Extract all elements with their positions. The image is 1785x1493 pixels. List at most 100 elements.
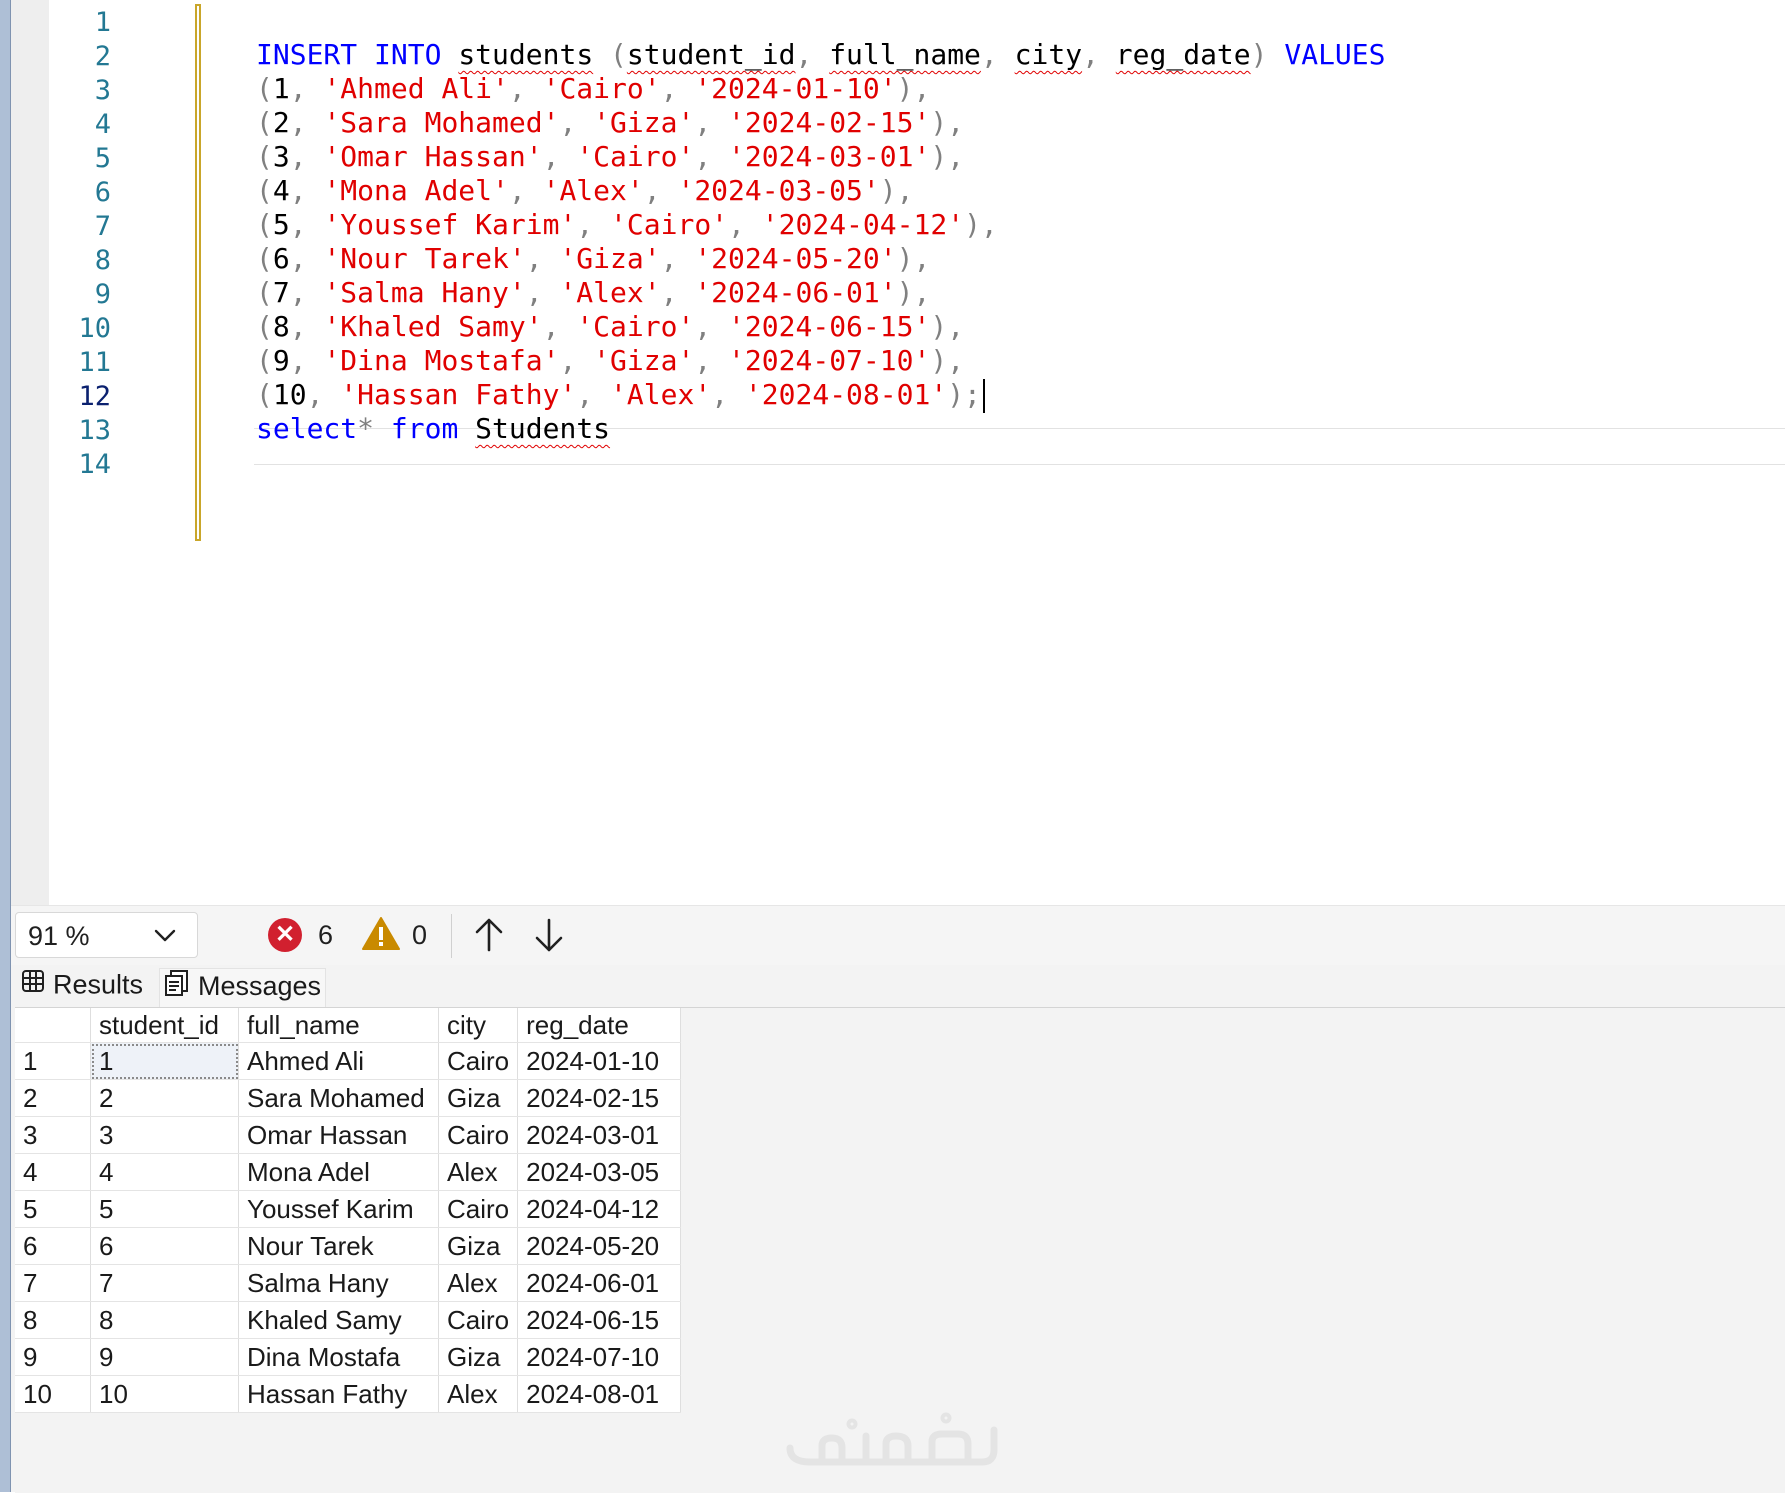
code-line-values: (9, 'Dina Mostafa', 'Giza', '2024-07-10'… [256, 344, 965, 377]
column-identifier: student_id [626, 38, 796, 71]
error-icon[interactable]: ✕ [268, 918, 302, 952]
text-caret [982, 379, 985, 413]
table-row[interactable]: 2 2 Sara Mohamed Giza 2024-02-15 [15, 1079, 682, 1117]
grid-cell[interactable]: 2024-02-15 [517, 1079, 682, 1117]
line-number: 7 [94, 211, 111, 242]
grid-cell[interactable]: Youssef Karim [238, 1190, 439, 1228]
grid-cell[interactable]: 2024-06-15 [517, 1301, 682, 1339]
grid-cell[interactable]: Omar Hassan [238, 1116, 439, 1154]
grid-cell[interactable]: Nour Tarek [238, 1227, 439, 1265]
line-number: 14 [78, 449, 111, 480]
table-row[interactable]: 9 9 Dina Mostafa Giza 2024-07-10 [15, 1338, 682, 1376]
line-number: 10 [78, 313, 111, 344]
grid-cell[interactable]: Sara Mohamed [238, 1079, 439, 1117]
row-number[interactable]: 2 [15, 1079, 91, 1117]
grid-cell[interactable]: 3 [90, 1116, 239, 1154]
grid-cell[interactable]: Alex [438, 1375, 519, 1413]
grid-cell[interactable]: Cairo [438, 1301, 519, 1339]
code-line-values: (6, 'Nour Tarek', 'Giza', '2024-05-20'), [256, 242, 931, 275]
table-row[interactable]: 3 3 Omar Hassan Cairo 2024-03-01 [15, 1116, 682, 1154]
grid-cell-selected[interactable]: 1 [90, 1042, 239, 1080]
table-row[interactable]: 10 10 Hassan Fathy Alex 2024-08-01 [15, 1375, 682, 1413]
grid-cell[interactable]: 2024-08-01 [517, 1375, 682, 1413]
grid-cell[interactable]: 2024-05-20 [517, 1227, 682, 1265]
table-row[interactable]: 1 1 Ahmed Ali Cairo 2024-01-10 [15, 1042, 682, 1080]
row-number[interactable]: 9 [15, 1338, 91, 1376]
code-line-values-active: (10, 'Hassan Fathy', 'Alex', '2024-08-01… [256, 376, 985, 414]
zoom-dropdown[interactable]: 91 % [15, 912, 198, 958]
tab-results[interactable]: Results [21, 968, 143, 1006]
table-row[interactable]: 5 5 Youssef Karim Cairo 2024-04-12 [15, 1190, 682, 1228]
table-row[interactable]: 7 7 Salma Hany Alex 2024-06-01 [15, 1264, 682, 1302]
line-number: 4 [94, 109, 111, 140]
watermark-logo [782, 1408, 1002, 1468]
warning-count[interactable]: 0 [412, 920, 427, 951]
sql-editor[interactable]: 1 2 3 4 5 6 7 8 9 10 11 12 13 14 INSERT … [11, 0, 1785, 905]
grid-cell[interactable]: 2024-06-01 [517, 1264, 682, 1302]
grid-cell[interactable]: Giza [438, 1227, 519, 1265]
table-row[interactable]: 8 8 Khaled Samy Cairo 2024-06-15 [15, 1301, 682, 1339]
line-number: 3 [94, 75, 111, 106]
grid-cell[interactable]: 7 [90, 1264, 239, 1302]
code-line-values: (2, 'Sara Mohamed', 'Giza', '2024-02-15'… [256, 106, 965, 139]
row-number[interactable]: 8 [15, 1301, 91, 1339]
row-number[interactable]: 10 [15, 1375, 91, 1413]
keyword: from [390, 412, 459, 445]
grid-cell[interactable]: Giza [438, 1079, 519, 1117]
results-grid[interactable]: student_id full_name city reg_date 1 1 A… [15, 1008, 682, 1413]
row-number[interactable]: 1 [15, 1042, 91, 1080]
grid-cell[interactable]: Cairo [438, 1190, 519, 1228]
line-number: 9 [94, 279, 111, 310]
grid-cell[interactable]: 2024-04-12 [517, 1190, 682, 1228]
error-count[interactable]: 6 [318, 920, 333, 951]
row-number[interactable]: 4 [15, 1153, 91, 1191]
warning-icon[interactable] [361, 916, 401, 957]
grid-cell[interactable]: 10 [90, 1375, 239, 1413]
column-header[interactable]: reg_date [517, 1008, 682, 1043]
grid-cell[interactable]: 2024-03-01 [517, 1116, 682, 1154]
grid-cell[interactable]: 2024-07-10 [517, 1338, 682, 1376]
code-line-values: (7, 'Salma Hany', 'Alex', '2024-06-01'), [256, 276, 931, 309]
grid-cell[interactable]: 2024-01-10 [517, 1042, 682, 1080]
column-header[interactable]: city [438, 1008, 519, 1043]
row-number[interactable]: 3 [15, 1116, 91, 1154]
grid-cell[interactable]: Cairo [438, 1116, 519, 1154]
change-tracking-bar [195, 4, 201, 541]
column-identifier: full_name [829, 38, 981, 71]
grid-cell[interactable]: Mona Adel [238, 1153, 439, 1191]
grid-cell[interactable]: Salma Hany [238, 1264, 439, 1302]
code-line-values: (4, 'Mona Adel', 'Alex', '2024-03-05'), [256, 174, 914, 207]
grid-cell[interactable]: 8 [90, 1301, 239, 1339]
grid-cell[interactable]: Cairo [438, 1042, 519, 1080]
grid-cell[interactable]: 6 [90, 1227, 239, 1265]
arrow-up-icon[interactable] [471, 914, 507, 961]
table-row[interactable]: 6 6 Nour Tarek Giza 2024-05-20 [15, 1227, 682, 1265]
grid-icon [21, 969, 45, 1000]
grid-cell[interactable]: 4 [90, 1153, 239, 1191]
table-identifier: students [458, 38, 594, 71]
line-number: 6 [94, 177, 111, 208]
grid-cell[interactable]: Giza [438, 1338, 519, 1376]
row-number[interactable]: 6 [15, 1227, 91, 1265]
table-row[interactable]: 4 4 Mona Adel Alex 2024-03-05 [15, 1153, 682, 1191]
row-number[interactable]: 5 [15, 1190, 91, 1228]
grid-cell[interactable]: Khaled Samy [238, 1301, 439, 1339]
grid-cell[interactable]: 9 [90, 1338, 239, 1376]
grid-cell[interactable]: 5 [90, 1190, 239, 1228]
code-line-values: (8, 'Khaled Samy', 'Cairo', '2024-06-15'… [256, 310, 965, 343]
column-header[interactable]: full_name [238, 1008, 439, 1043]
keyword: INSERT [256, 38, 358, 71]
arrow-down-icon[interactable] [531, 914, 567, 961]
line-number: 8 [94, 245, 111, 276]
column-header[interactable]: student_id [90, 1008, 239, 1043]
grid-cell[interactable]: Dina Mostafa [238, 1338, 439, 1376]
grid-cell[interactable]: Alex [438, 1264, 519, 1302]
code-line-values: (1, 'Ahmed Ali', 'Cairo', '2024-01-10'), [256, 72, 931, 105]
row-number[interactable]: 7 [15, 1264, 91, 1302]
grid-cell[interactable]: 2 [90, 1079, 239, 1117]
tab-messages[interactable]: Messages [159, 968, 327, 1007]
grid-cell[interactable]: Hassan Fathy [238, 1375, 439, 1413]
grid-cell[interactable]: 2024-03-05 [517, 1153, 682, 1191]
grid-cell[interactable]: Ahmed Ali [238, 1042, 439, 1080]
grid-cell[interactable]: Alex [438, 1153, 519, 1191]
